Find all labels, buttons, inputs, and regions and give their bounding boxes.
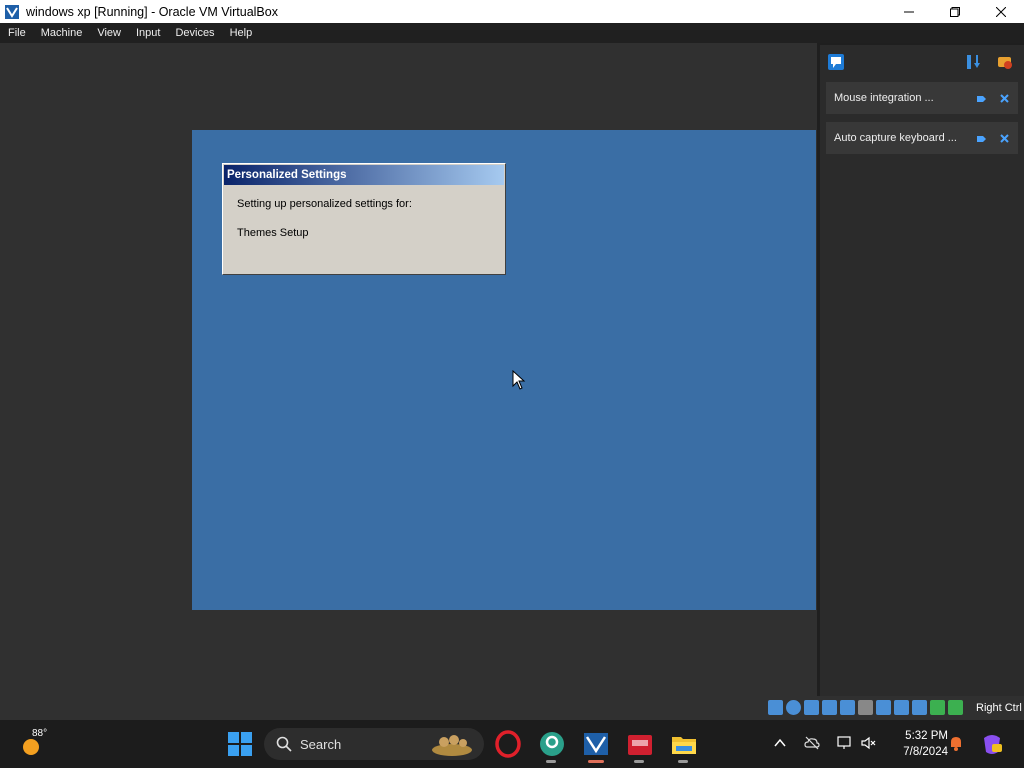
app-icon-teal[interactable] — [538, 730, 566, 758]
maximize-icon — [950, 6, 960, 17]
host-key-label: Right Ctrl — [976, 702, 1022, 714]
dialog-message: Setting up personalized settings for: — [237, 198, 412, 210]
windows-taskbar: 88° Search 5:32 PM 7/8/2024 — [0, 720, 1024, 768]
dismiss-icon[interactable] — [995, 129, 1013, 147]
recording-icon[interactable] — [894, 700, 909, 715]
notification-text: Auto capture keyboard ... — [834, 132, 957, 144]
menu-machine[interactable]: Machine — [33, 23, 90, 43]
menu-input[interactable]: Input — [128, 23, 167, 43]
network-icon[interactable] — [822, 700, 837, 715]
notification-bell-icon[interactable] — [948, 734, 964, 752]
clock-time: 5:32 PM — [905, 730, 948, 742]
network-icon[interactable] — [836, 735, 852, 751]
optical-drive-icon[interactable] — [786, 700, 801, 715]
clock-date: 7/8/2024 — [903, 746, 948, 758]
start-icon[interactable] — [226, 730, 254, 758]
maximize-button[interactable] — [932, 0, 978, 23]
search-icon — [276, 736, 292, 752]
mouse-integration-icon[interactable] — [930, 700, 945, 715]
virtualbox-icon — [4, 4, 20, 20]
minimize-button[interactable] — [886, 0, 932, 23]
notification-center-icon[interactable] — [827, 53, 845, 71]
clear-all-icon[interactable] — [996, 53, 1014, 71]
notification-panel: Mouse integration ... Auto capture keybo… — [817, 43, 1024, 696]
window-title: windows xp [Running] - Oracle VM Virtual… — [26, 4, 278, 19]
window-title-bar: windows xp [Running] - Oracle VM Virtual… — [0, 0, 1024, 23]
notification-header — [820, 45, 1024, 79]
pin-icon[interactable] — [972, 129, 990, 147]
system-clock[interactable]: 5:32 PM 7/8/2024 — [888, 728, 948, 760]
menu-view[interactable]: View — [89, 23, 128, 43]
minimize-icon — [904, 11, 914, 12]
audio-icon[interactable] — [804, 700, 819, 715]
display-icon[interactable] — [876, 700, 891, 715]
taskbar-search[interactable]: Search — [264, 728, 484, 760]
mouse-cursor-icon — [512, 370, 526, 390]
weather-widget[interactable]: 88° — [20, 728, 60, 760]
media-app-icon[interactable] — [626, 730, 654, 758]
dialog-component: Themes Setup — [237, 227, 309, 239]
guest-screen[interactable]: Personalized Settings Setting up persona… — [192, 130, 816, 610]
cloud-offline-icon[interactable] — [804, 736, 820, 750]
menu-file[interactable]: File — [0, 23, 33, 43]
vm-status-bar: Right Ctrl — [0, 696, 1024, 720]
search-highlight-icon — [432, 735, 472, 756]
volume-muted-icon[interactable] — [860, 735, 876, 751]
notification-text: Mouse integration ... — [834, 92, 934, 104]
file-explorer-icon[interactable] — [670, 730, 698, 758]
keyboard-capture-icon[interactable] — [948, 700, 963, 715]
vm-display-area: Personalized Settings Setting up persona… — [0, 43, 817, 696]
hard-disk-icon[interactable] — [768, 700, 783, 715]
notification-mouse-integration[interactable]: Mouse integration ... — [826, 82, 1018, 114]
close-icon — [996, 6, 1006, 17]
opera-browser-icon[interactable] — [494, 730, 522, 758]
running-indicator — [634, 760, 644, 763]
dismiss-icon[interactable] — [995, 89, 1013, 107]
device-indicators — [768, 700, 963, 715]
active-indicator — [588, 760, 604, 763]
pin-icon[interactable] — [972, 89, 990, 107]
menu-bar: File Machine View Input Devices Help — [0, 23, 1024, 43]
weather-temperature: 88° — [32, 728, 48, 739]
shared-folders-icon[interactable] — [858, 700, 873, 715]
menu-devices[interactable]: Devices — [167, 23, 221, 43]
usb-icon[interactable] — [840, 700, 855, 715]
notification-auto-capture-keyboard[interactable]: Auto capture keyboard ... — [826, 122, 1018, 154]
close-button[interactable] — [978, 0, 1024, 23]
running-indicator — [546, 760, 556, 763]
dialog-title: Personalized Settings — [224, 165, 504, 185]
chevron-up-icon[interactable] — [774, 738, 786, 748]
virtualbox-taskbar-icon[interactable] — [582, 730, 610, 758]
virtualization-icon[interactable] — [912, 700, 927, 715]
personalized-settings-dialog: Personalized Settings Setting up persona… — [222, 163, 506, 275]
copilot-icon[interactable] — [980, 732, 1004, 756]
search-label: Search — [300, 736, 342, 752]
sort-icon[interactable] — [964, 53, 982, 71]
running-indicator — [678, 760, 688, 763]
menu-help[interactable]: Help — [222, 23, 260, 43]
